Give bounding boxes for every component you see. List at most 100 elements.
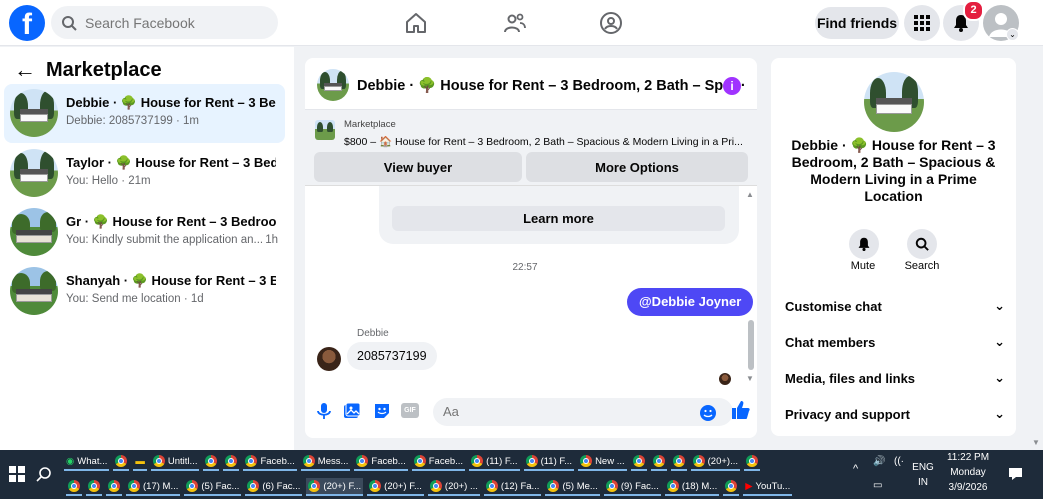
language-code: ENG [912, 462, 934, 473]
find-friends-button[interactable]: Find friends [815, 7, 899, 39]
taskbar-app[interactable]: (18) M... [664, 478, 720, 496]
sender-avatar[interactable] [317, 347, 341, 371]
chevron-down-icon: ⌄ [994, 298, 1005, 313]
learn-more-button[interactable]: Learn more [392, 206, 725, 231]
info-icon[interactable]: i [723, 77, 741, 95]
volume-icon[interactable]: 🔊 [873, 456, 885, 467]
groups-icon[interactable] [599, 11, 623, 35]
photo-icon[interactable] [343, 402, 361, 420]
gif-button[interactable]: GIF [401, 403, 419, 418]
emoji-icon[interactable] [699, 404, 717, 422]
profile-chevron-icon[interactable]: ⌄ [1006, 28, 1019, 41]
my-message-bubble[interactable]: @Debbie Joyner [627, 288, 754, 316]
taskbar-app[interactable] [66, 478, 82, 496]
notification-center-icon[interactable] [1008, 467, 1023, 481]
taskbar-app[interactable]: (6) Fac... [245, 478, 303, 496]
taskbar-search-icon[interactable] [36, 466, 52, 482]
language-indicator[interactable]: ENG IN [910, 462, 936, 488]
more-options-button[interactable]: More Options [526, 152, 748, 182]
mute-button[interactable] [849, 229, 879, 259]
taskbar-app[interactable] [670, 453, 687, 471]
battery-icon[interactable]: ▭ [873, 480, 882, 491]
conversation-name: Debbie · 🌳 House for Rent – 3 Be... [66, 95, 276, 110]
page-scroll-down-icon[interactable]: ▼ [1032, 438, 1040, 447]
taskbar-app[interactable]: (5) Fac... [184, 478, 242, 496]
taskbar-app[interactable] [106, 478, 122, 496]
taskbar-app[interactable] [650, 453, 667, 471]
chat-listing-avatar[interactable] [317, 69, 349, 101]
sticker-icon[interactable] [373, 402, 391, 420]
chrome-icon [88, 480, 100, 492]
details-listing-avatar[interactable] [864, 72, 924, 132]
friends-icon[interactable] [503, 11, 527, 35]
youtube-icon: ▶ [745, 480, 753, 492]
chat-scroll-up-icon[interactable]: ▲ [746, 190, 754, 199]
taskbar-app-label: (20+) ... [444, 480, 478, 492]
taskbar-app[interactable]: ▬ [133, 453, 147, 471]
chrome-icon [632, 455, 645, 467]
taskbar-app[interactable]: (17) M... [126, 478, 181, 496]
taskbar-app[interactable]: (9) Fac... [603, 478, 661, 496]
conversation-preview: Debbie: 2085737199 · 1m [66, 115, 199, 127]
chat-scrollbar[interactable] [748, 320, 754, 370]
taskbar-app[interactable] [113, 453, 130, 471]
taskbar-app[interactable]: Faceb... [411, 453, 466, 471]
taskbar-app[interactable] [86, 478, 102, 496]
taskbar-app[interactable]: (20+) F... [367, 478, 424, 496]
taskbar-app[interactable]: ◉ What... [64, 453, 110, 471]
chrome-icon [152, 455, 165, 467]
taskbar-app[interactable]: (11) F... [523, 453, 575, 471]
taskbar-app[interactable]: Faceb... [243, 453, 297, 471]
taskbar-app[interactable]: Mess... [300, 453, 351, 471]
taskbar-app[interactable] [723, 478, 740, 496]
taskbar-app[interactable] [630, 453, 647, 471]
taskbar-app[interactable]: (12) Fa... [483, 478, 542, 496]
conversation-item-debbie[interactable]: Debbie · 🌳 House for Rent – 3 Be... Debb… [4, 84, 285, 143]
windows-start-icon[interactable] [9, 466, 25, 482]
taskbar-app[interactable] [203, 453, 220, 471]
chrome-icon [128, 480, 140, 492]
privacy-support-section[interactable]: Privacy and support ⌄ [785, 404, 1005, 424]
taskbar-app[interactable] [223, 453, 240, 471]
message-input[interactable] [433, 398, 733, 426]
search-input[interactable] [85, 14, 265, 31]
clock[interactable]: 11:22 PM Monday 3/9/2026 [943, 452, 993, 493]
back-arrow-icon[interactable]: ← [14, 57, 36, 83]
menu-grid-button[interactable] [904, 5, 940, 41]
taskbar-app[interactable]: (20+) ... [427, 478, 480, 496]
home-icon[interactable] [404, 11, 428, 35]
listing-banner: Marketplace $800 – 🏠 House for Rent – 3 … [305, 110, 757, 186]
search-icon [62, 15, 77, 31]
taskbar-app[interactable] [744, 453, 760, 471]
taskbar-app[interactable]: (5) Me... [545, 478, 600, 496]
taskbar-app[interactable]: (20+) F... [306, 478, 364, 496]
customise-chat-section[interactable]: Customise chat ⌄ [785, 296, 1005, 316]
view-buyer-button[interactable]: View buyer [314, 152, 522, 182]
taskbar-app-label: New ... [595, 455, 625, 467]
media-files-links-section[interactable]: Media, files and links ⌄ [785, 368, 1005, 388]
chat-scroll-down-icon[interactable]: ▼ [746, 374, 754, 383]
tray-chevron-up-icon[interactable]: ^ [853, 463, 858, 475]
their-message-bubble[interactable]: 2085737199 [347, 342, 437, 370]
taskbar-app[interactable]: New ... [578, 453, 627, 471]
facebook-logo-icon[interactable]: f [9, 5, 45, 41]
search-box[interactable] [51, 6, 278, 39]
taskbar-app[interactable]: (11) F... [469, 453, 520, 471]
taskbar-app[interactable]: ▶ YouTu... [743, 478, 793, 496]
chat-title[interactable]: Debbie · 🌳 House for Rent – 3 Bedroom, 2… [357, 77, 746, 94]
taskbar-app[interactable]: Untitl... [150, 453, 200, 471]
conversation-item-taylor[interactable]: Taylor · 🌳 House for Rent – 3 Bed... You… [4, 144, 285, 203]
listing-price-title[interactable]: $800 – 🏠 House for Rent – 3 Bedroom, 2 B… [344, 135, 743, 148]
taskbar-app[interactable]: (20+)... [690, 453, 740, 471]
search-chat-button[interactable] [907, 229, 937, 259]
thumbs-up-icon[interactable] [731, 400, 751, 420]
conversation-item-gr[interactable]: Gr · 🌳 House for Rent – 3 Bedroo... You:… [4, 203, 285, 262]
grid-icon [914, 15, 930, 31]
taskbar-app[interactable]: Faceb... [354, 453, 408, 471]
listing-thumbnail [10, 149, 58, 197]
microphone-icon[interactable] [315, 402, 333, 420]
conversation-item-shanyah[interactable]: Shanyah · 🌳 House for Rent – 3 B... You:… [4, 262, 285, 321]
wifi-icon[interactable]: ((· [894, 456, 904, 467]
chat-members-section[interactable]: Chat members ⌄ [785, 332, 1005, 352]
message-composer: GIF [305, 394, 757, 434]
